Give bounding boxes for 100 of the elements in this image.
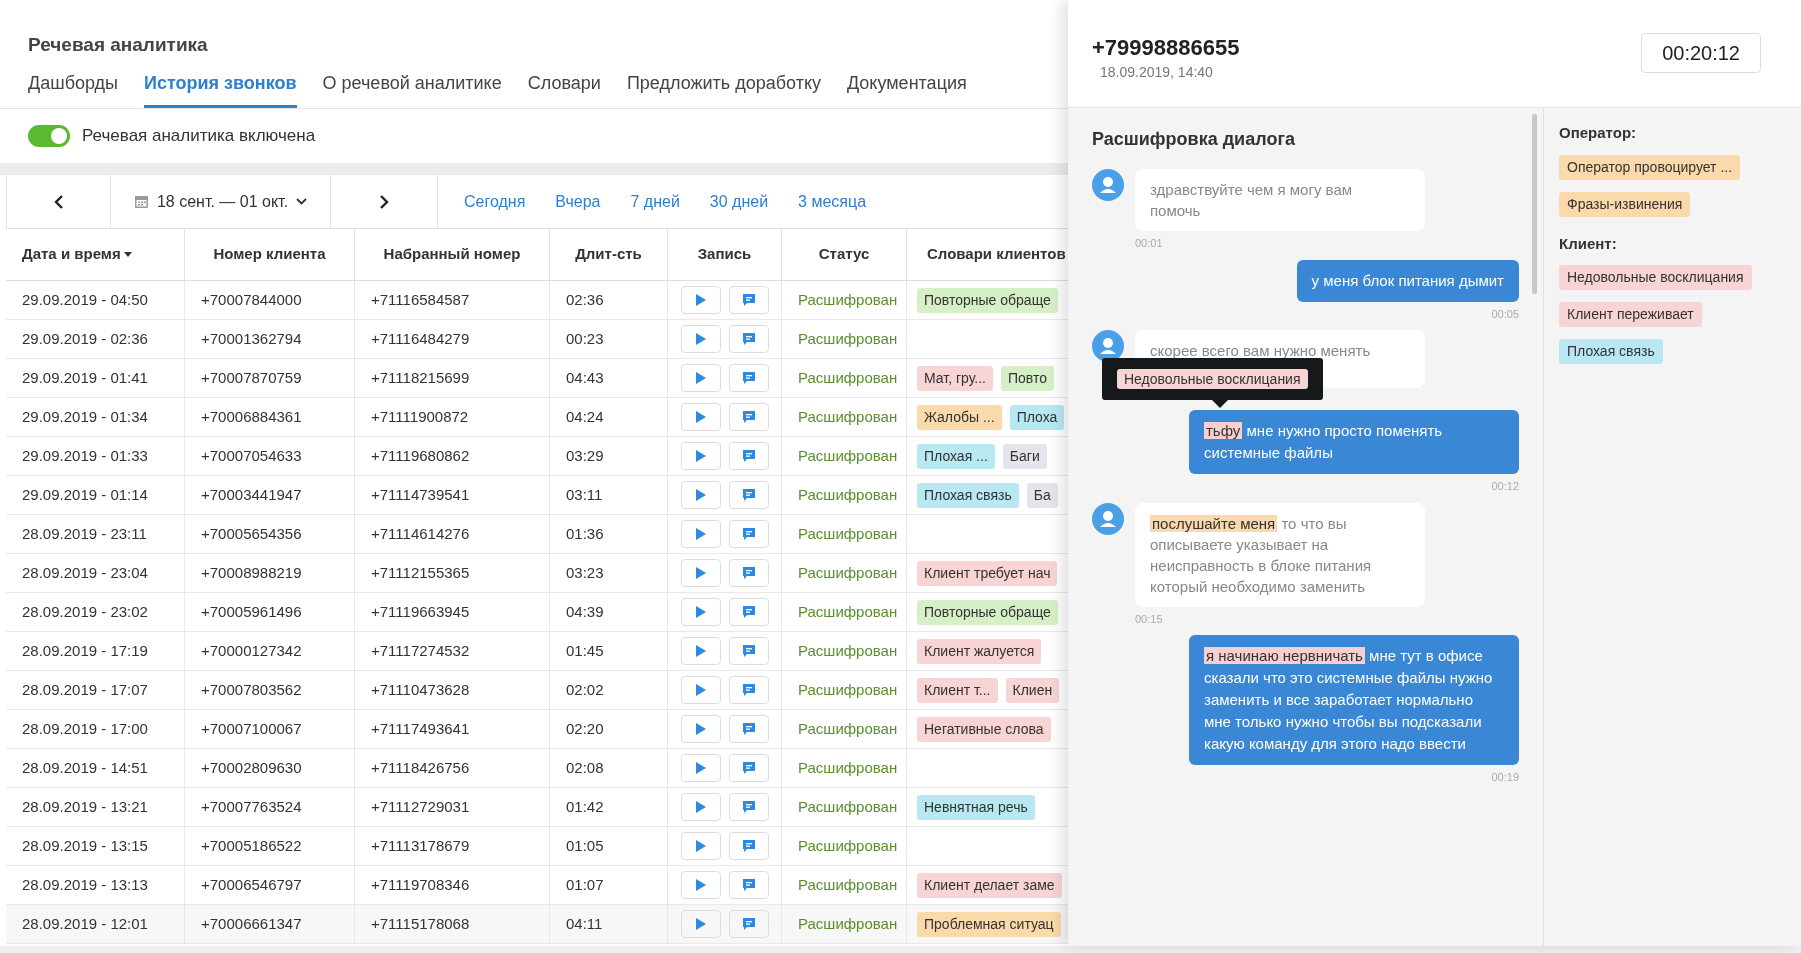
phone-number: +79998886655 <box>1092 34 1240 62</box>
transcript-button[interactable] <box>728 559 769 587</box>
play-button[interactable] <box>680 871 721 899</box>
dictionary-tag: Проблемная ситуац <box>917 911 1061 937</box>
datetime-cell: 29.09.2019 - 02:36 <box>6 320 185 358</box>
chat-bubble-icon <box>741 488 756 502</box>
datetime-cell: 28.09.2019 - 23:02 <box>6 593 185 631</box>
datetime-cell: 29.09.2019 - 01:14 <box>6 476 185 514</box>
transcript-button[interactable] <box>728 364 769 392</box>
play-button[interactable] <box>680 754 721 782</box>
play-button[interactable] <box>680 637 721 665</box>
chat-bubble-icon <box>741 527 756 541</box>
dictionary-tag: Клиент делает заме <box>917 872 1062 898</box>
play-button[interactable] <box>680 910 721 938</box>
column-header[interactable]: Запись <box>668 229 782 280</box>
transcript-button[interactable] <box>728 910 769 938</box>
play-button[interactable] <box>680 598 721 626</box>
dialed-number-cell: +71111900872 <box>355 398 550 436</box>
datetime-cell: 28.09.2019 - 14:51 <box>6 749 185 787</box>
client-number-cell: +70000127342 <box>185 632 355 670</box>
status-text: Расшифрован <box>782 398 907 436</box>
duration-cell: 03:11 <box>550 476 668 514</box>
client-number-cell: +70008988219 <box>185 554 355 592</box>
dictionary-tag: Оператор провоцирует ... <box>1559 154 1741 180</box>
dictionary-tag: Плохая ... <box>917 443 995 469</box>
dictionary-tag: Мат, гру... <box>917 365 993 391</box>
transcript-button[interactable] <box>728 442 769 470</box>
transcript-button[interactable] <box>728 403 769 431</box>
play-button[interactable] <box>680 286 721 314</box>
play-icon <box>695 879 706 891</box>
transcript-button[interactable] <box>728 754 769 782</box>
play-button[interactable] <box>680 793 721 821</box>
play-button[interactable] <box>680 715 721 743</box>
dictionary-tag: Ба <box>1026 482 1058 508</box>
period-link[interactable]: 30 дней <box>709 189 769 214</box>
status-text: Расшифрован <box>782 632 907 670</box>
transcript-title: Расшифровка диалога <box>1092 128 1296 151</box>
scrollbar-thumb[interactable] <box>1532 114 1537 294</box>
message-time: 00:12 <box>1491 479 1519 494</box>
date-range-picker[interactable]: 18 сент. — 01 окт. <box>111 175 331 228</box>
transcript-button[interactable] <box>728 832 769 860</box>
status-text: Расшифрован <box>782 866 907 904</box>
transcript-button[interactable] <box>728 325 769 353</box>
status-text: Расшифрован <box>782 593 907 631</box>
message-time: 00:01 <box>1135 236 1163 251</box>
column-header[interactable]: Статус <box>782 229 907 280</box>
transcript-button[interactable] <box>728 598 769 626</box>
transcript-button[interactable] <box>728 715 769 743</box>
play-icon <box>695 801 706 813</box>
client-message: я начинаю нервничать мне тут в офисе сказали что это системные файлы нужно заменить и все заработает нормально мне только нужно чтобы вы подсказали какую команду для этого надо ввести <box>1189 635 1519 765</box>
nav-tab[interactable]: Дашборды <box>28 70 118 108</box>
chat-bubble-icon <box>741 839 756 853</box>
datetime-cell: 28.09.2019 - 17:07 <box>6 671 185 709</box>
play-button[interactable] <box>680 676 721 704</box>
client-number-cell: +70005186522 <box>185 827 355 865</box>
play-button[interactable] <box>680 520 721 548</box>
play-button[interactable] <box>680 325 721 353</box>
play-icon <box>695 489 706 501</box>
transcript-button[interactable] <box>728 520 769 548</box>
status-text: Расшифрован <box>782 671 907 709</box>
period-link[interactable]: Вчера <box>555 189 601 214</box>
client-number-cell: +70007054633 <box>185 437 355 475</box>
nav-tab[interactable]: Документация <box>846 70 967 108</box>
dialed-number-cell: +71118215699 <box>355 359 550 397</box>
transcript-button[interactable] <box>728 676 769 704</box>
period-link[interactable]: 3 месяца <box>798 189 867 214</box>
transcript-button[interactable] <box>728 286 769 314</box>
period-link[interactable]: 7 дней <box>630 189 680 214</box>
nav-tab[interactable]: Предложить доработку <box>626 70 821 108</box>
play-button[interactable] <box>680 832 721 860</box>
nav-tab[interactable]: О речевой аналитике <box>322 70 502 108</box>
dialed-number-cell: +71118426756 <box>355 749 550 787</box>
transcript-button[interactable] <box>728 871 769 899</box>
play-button[interactable] <box>680 481 721 509</box>
play-button[interactable] <box>680 559 721 587</box>
column-header[interactable]: Длит-сть <box>550 229 668 280</box>
transcript-button[interactable] <box>728 481 769 509</box>
transcript-button[interactable] <box>728 637 769 665</box>
group-label: Оператор: <box>1559 123 1638 143</box>
play-icon <box>695 528 706 540</box>
play-button[interactable] <box>680 403 721 431</box>
nav-tab[interactable]: Словари <box>527 70 601 108</box>
chat-bubble-icon <box>741 683 756 697</box>
column-header[interactable]: Дата и время <box>6 229 185 280</box>
play-button[interactable] <box>680 364 721 392</box>
chat-bubble-icon <box>741 410 756 424</box>
dialed-number-cell: +71112155365 <box>355 554 550 592</box>
toggle-switch[interactable] <box>28 125 70 147</box>
chat-bubble-icon <box>741 566 756 580</box>
dictionary-tag: Клиент требует нач <box>917 560 1058 586</box>
calendar-icon <box>133 194 149 209</box>
play-icon <box>695 645 706 657</box>
client-number-cell: +70002809630 <box>185 749 355 787</box>
play-button[interactable] <box>680 442 721 470</box>
column-header[interactable]: Номер клиента <box>185 229 355 280</box>
datetime-cell: 28.09.2019 - 17:19 <box>6 632 185 670</box>
dialed-number-cell: +71113178679 <box>355 827 550 865</box>
transcript-button[interactable] <box>728 793 769 821</box>
period-link[interactable]: Сегодня <box>464 189 526 214</box>
column-header[interactable]: Набранный номер <box>355 229 550 280</box>
